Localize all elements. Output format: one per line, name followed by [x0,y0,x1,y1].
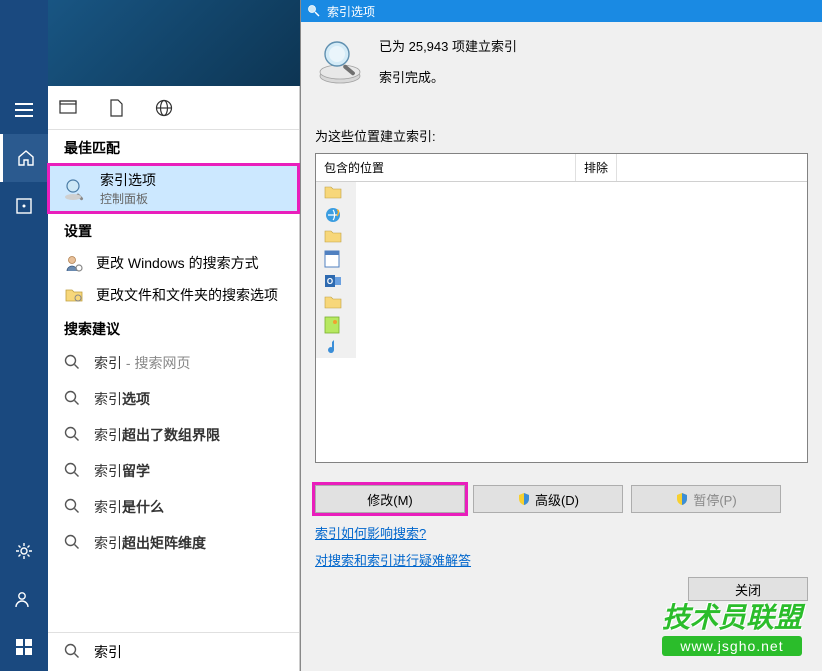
filter-documents-icon[interactable] [104,96,128,120]
user-setting-icon [64,253,84,273]
link-how-indexing[interactable]: 索引如何影响搜索? [315,523,808,542]
dialog-title: 索引选项 [327,3,375,20]
settings-item-search-mode[interactable]: 更改 Windows 的搜索方式 [48,247,299,279]
best-match-title: 索引选项 [100,170,156,190]
taskbar-apps-button[interactable] [0,182,48,230]
filter-web-icon[interactable] [152,96,176,120]
svg-text:O: O [327,277,333,286]
indexing-options-dialog: 索引选项 已为 25,943 项建立索引 索引完成。 为这些位置建立索引: 包含… [300,0,822,671]
outlook-icon: O [324,272,342,290]
ie-icon [324,206,342,224]
settings-header: 设置 [48,213,299,247]
modify-button[interactable]: 修改(M) [315,485,465,513]
search-icon [64,390,82,408]
search-icon [64,462,82,480]
panel-filter-tabs [48,86,299,130]
locations-table: 包含的位置 排除 O [315,153,808,463]
table-header: 包含的位置 排除 [316,154,807,182]
filter-apps-icon[interactable] [56,96,80,120]
suggestion-options[interactable]: 索引选项 [48,381,299,417]
indexing-complete: 索引完成。 [379,67,808,86]
folder-icon [324,294,342,312]
taskbar [0,0,48,671]
search-panel: 最佳匹配 索引选项 控制面板 设置 更改 Windows 的搜索方式 更改文件和… [48,86,300,671]
locations-label: 为这些位置建立索引: [315,126,808,145]
folder-icon [324,228,342,246]
folder-icon [324,184,342,202]
suggestion-matrix[interactable]: 索引超出矩阵维度 [48,525,299,561]
dialog-titlebar[interactable]: 索引选项 [301,0,822,22]
best-match-header: 最佳匹配 [48,130,299,164]
shield-icon [675,492,689,506]
dialog-title-icon [307,4,321,18]
note-icon [324,316,342,334]
shield-icon [517,492,531,506]
pause-button: 暂停(P) [631,485,781,513]
search-icon [64,354,82,372]
suggestion-array[interactable]: 索引超出了数组界限 [48,417,299,453]
advanced-button[interactable]: 高级(D) [473,485,623,513]
suggestion-study[interactable]: 索引留学 [48,453,299,489]
search-box [48,632,299,671]
taskbar-user-button[interactable] [0,575,48,623]
folder-setting-icon [64,285,84,305]
col-exclude[interactable]: 排除 [576,154,617,181]
close-button[interactable]: 关闭 [688,577,808,601]
col-include[interactable]: 包含的位置 [316,154,576,181]
search-icon [64,498,82,516]
link-troubleshoot[interactable]: 对搜索和索引进行疑难解答 [315,550,808,569]
search-input[interactable] [94,644,283,660]
suggestion-web[interactable]: 索引 - 搜索网页 [48,345,299,381]
search-icon [64,534,82,552]
music-icon [324,338,342,356]
indexing-big-icon [315,36,365,86]
taskbar-settings-button[interactable] [0,527,48,575]
suggestion-whatis[interactable]: 索引是什么 [48,489,299,525]
search-icon [64,426,82,444]
search-icon [64,643,82,661]
doc-icon [324,250,342,268]
indexed-count: 已为 25,943 项建立索引 [379,36,808,55]
best-match-result[interactable]: 索引选项 控制面板 [48,164,299,213]
indexing-options-icon [64,177,88,201]
taskbar-start-button[interactable] [0,623,48,671]
best-match-subtitle: 控制面板 [100,190,156,207]
taskbar-home-button[interactable] [0,134,48,182]
taskbar-menu-button[interactable] [0,86,48,134]
suggestions-header: 搜索建议 [48,311,299,345]
settings-item-folder-search[interactable]: 更改文件和文件夹的搜索选项 [48,279,299,311]
